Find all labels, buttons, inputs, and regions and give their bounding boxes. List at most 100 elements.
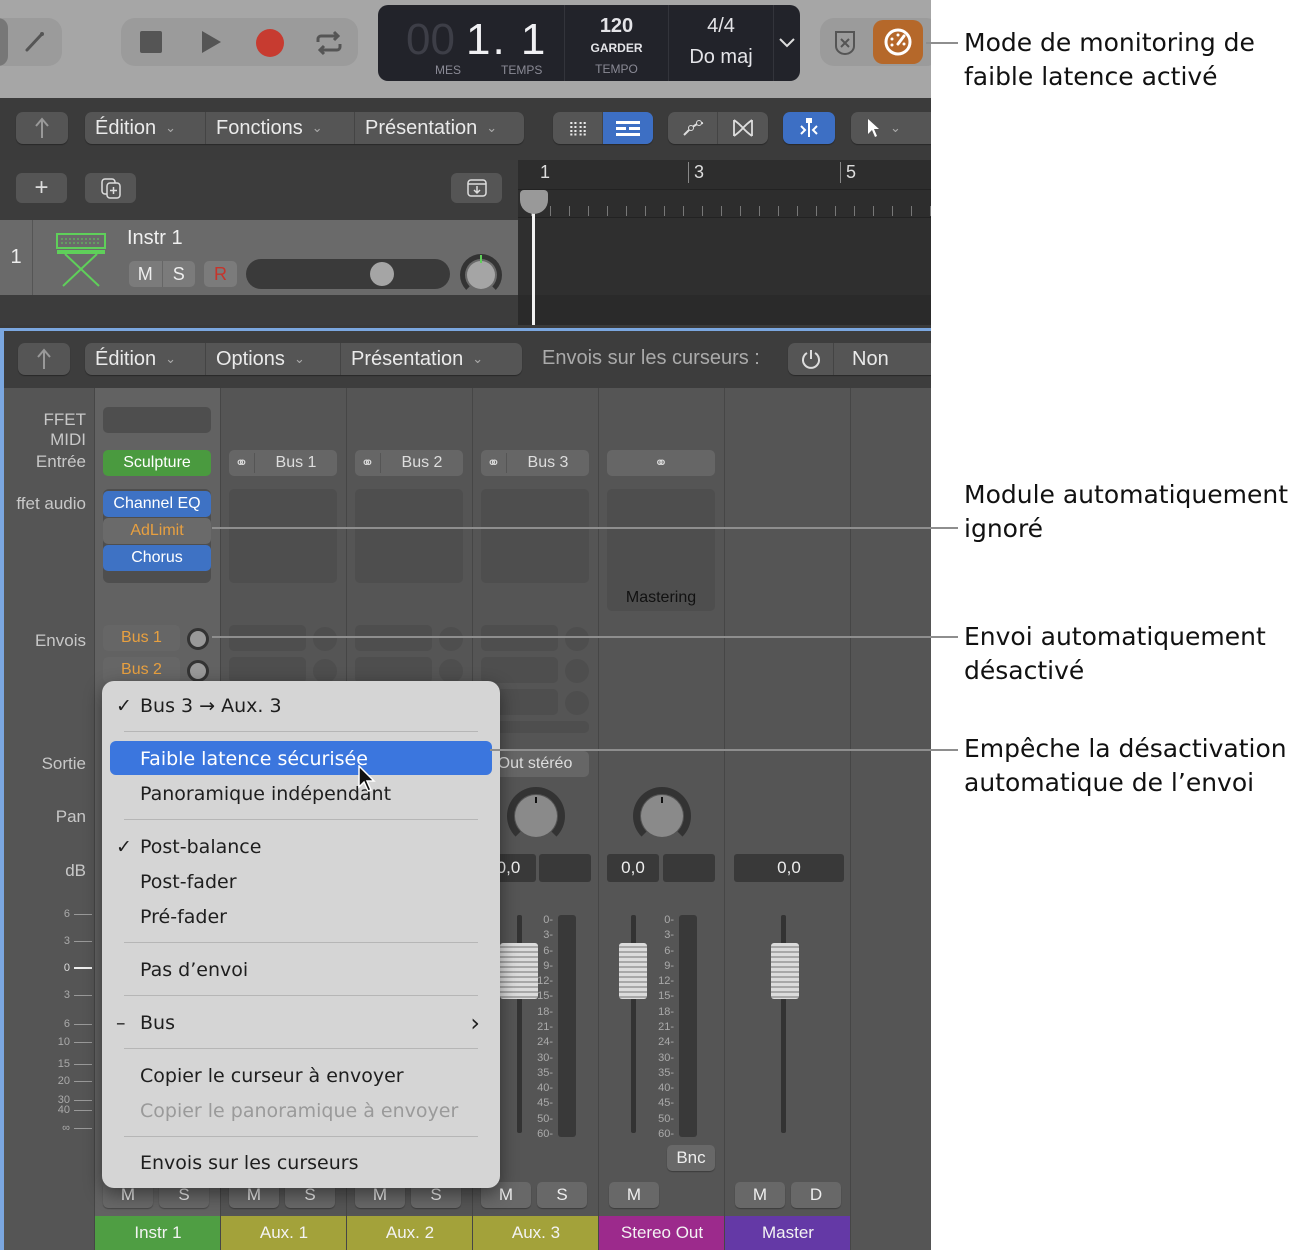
solo-button[interactable]: S (537, 1182, 587, 1208)
menu-item-independent-pan[interactable]: Panoramique indépendant (140, 779, 391, 809)
menu-item-copy-fader[interactable]: Copier le curseur à envoyer (140, 1061, 404, 1091)
send-slot[interactable] (355, 625, 432, 651)
flex-button[interactable] (718, 112, 768, 144)
download-button[interactable] (451, 173, 502, 203)
send-level-knob[interactable] (187, 628, 209, 650)
back-button[interactable] (16, 112, 68, 144)
solo-button[interactable]: S (163, 261, 196, 287)
send-level-knob[interactable] (313, 659, 337, 683)
input-slot[interactable]: ⚭ Bus 1 (229, 450, 337, 476)
menu-fonctions[interactable]: Fonctions ⌄ (206, 112, 355, 144)
pointer-tool-menu[interactable]: ⌄ (851, 112, 931, 144)
channel-name[interactable]: Aux. 3 (473, 1216, 599, 1250)
volume-slider-thumb[interactable] (370, 262, 395, 286)
plugin-slot[interactable]: Chorus (103, 545, 211, 571)
channel-name[interactable]: Aux. 2 (347, 1216, 473, 1250)
send-level-knob[interactable] (565, 691, 589, 715)
audio-fx-slots[interactable] (229, 489, 337, 583)
menu-presentation[interactable]: Présentation ⌄ (355, 112, 524, 144)
stop-icon[interactable] (139, 30, 163, 54)
mixer-back-button[interactable] (18, 343, 70, 375)
channel-name[interactable]: Aux. 1 (221, 1216, 347, 1250)
pan-knob[interactable] (507, 787, 565, 845)
mute-button[interactable]: M (609, 1182, 659, 1208)
menu-edition[interactable]: Édition ⌄ (85, 112, 206, 144)
channel-name[interactable]: Instr 1 (95, 1216, 221, 1250)
chevron-down-icon[interactable] (776, 31, 798, 55)
send-level-knob[interactable] (313, 627, 337, 651)
menu-item-post-fader[interactable]: Post-fader (140, 867, 237, 897)
ruler[interactable]: 1 3 5 (518, 160, 931, 190)
send-slot[interactable] (229, 625, 306, 651)
pan-knob[interactable] (633, 787, 691, 845)
send-slot[interactable] (481, 657, 558, 683)
mute-button[interactable]: M (129, 261, 163, 287)
cycle-icon[interactable] (313, 28, 345, 58)
send-level-knob[interactable] (439, 659, 463, 683)
mixer-menu-options[interactable]: Options ⌄ (206, 343, 341, 375)
signature-key-display[interactable]: 4/4 Do maj (669, 5, 774, 81)
left-tool-button[interactable] (0, 18, 8, 66)
mixer-menu-presentation[interactable]: Présentation ⌄ (341, 343, 522, 375)
send-slot[interactable] (229, 657, 306, 683)
channel-name[interactable]: Stereo Out (599, 1216, 725, 1250)
input-slot[interactable]: ⚭ Bus 2 (355, 450, 463, 476)
send-slot-disabled[interactable]: Bus 1 (103, 625, 180, 651)
plugin-slot-bypassed[interactable]: AdLimit (103, 518, 211, 544)
peak-value[interactable] (539, 854, 591, 882)
timeline[interactable]: 1 3 5 (518, 160, 931, 325)
menu-item-bus3-aux3[interactable]: ✓ Bus 3 → Aux. 3 (116, 691, 282, 721)
volume-fader[interactable] (771, 943, 799, 999)
mute-button[interactable]: M (735, 1182, 785, 1208)
volume-slider[interactable] (246, 259, 450, 289)
input-slot[interactable]: ⚭ Bus 3 (481, 450, 589, 476)
automation-button[interactable] (668, 112, 718, 144)
menu-item-low-latency-safe[interactable]: Faible latence sécurisée (140, 744, 368, 774)
pan-knob[interactable] (460, 254, 502, 296)
record-icon[interactable] (255, 28, 285, 58)
bounce-button[interactable]: Bnc (667, 1145, 715, 1171)
low-latency-button[interactable] (873, 20, 923, 64)
input-slot[interactable]: ⚭ (607, 450, 715, 476)
catch-playhead-button[interactable] (783, 112, 835, 144)
midi-fx-slot[interactable] (103, 407, 211, 433)
plugin-slot[interactable]: Channel EQ (103, 491, 211, 517)
send-level-knob[interactable] (565, 627, 589, 651)
mastering-slot[interactable]: Mastering (607, 489, 715, 611)
menu-item-sends-on-faders[interactable]: Envois sur les curseurs (140, 1148, 358, 1178)
track-row[interactable]: 1 Instr 1 M S R (0, 220, 518, 296)
duplicate-track-button[interactable] (85, 173, 136, 203)
menu-item-bus[interactable]: – Bus › (116, 1008, 480, 1038)
send-slot[interactable] (481, 625, 558, 651)
send-level-knob[interactable] (439, 627, 463, 651)
record-enable-button[interactable]: R (204, 261, 237, 287)
send-level-knob[interactable] (565, 659, 589, 683)
sends-on-faders-select[interactable]: Non (834, 343, 899, 375)
volume-value[interactable]: 0,0 (734, 854, 844, 882)
send-level-knob[interactable] (187, 660, 209, 682)
grid-view-button[interactable]: ⣿⣿ (553, 112, 603, 144)
play-icon[interactable] (199, 30, 223, 54)
peak-value[interactable] (663, 854, 715, 882)
add-track-button[interactable]: + (16, 173, 67, 203)
volume-fader[interactable] (619, 943, 647, 999)
channel-name[interactable]: Master (725, 1216, 851, 1250)
mixer-menu-edition[interactable]: Édition ⌄ (85, 343, 206, 375)
send-slot[interactable] (355, 657, 432, 683)
audio-fx-slots[interactable] (355, 489, 463, 583)
lcd-display[interactable]: 00 1. 1 MES TEMPS 120 GARDER TEMPO 4/4 D… (378, 5, 800, 81)
tempo-display[interactable]: 120 GARDER TEMPO (565, 5, 669, 81)
volume-value[interactable]: 0,0 (607, 854, 659, 882)
menu-item-post-pan[interactable]: ✓ Post-balance (116, 832, 261, 862)
send-slot-disabled[interactable]: Bus 2 (103, 657, 180, 683)
shield-x-icon[interactable] (832, 30, 858, 56)
sends-on-faders-power-button[interactable] (788, 343, 834, 375)
input-slot[interactable]: Sculpture (103, 450, 211, 476)
pencil-icon[interactable] (20, 28, 50, 56)
menu-item-pre-fader[interactable]: Pré-fader (140, 902, 227, 932)
menu-item-no-send[interactable]: Pas d’envoi (140, 955, 248, 985)
list-view-button[interactable] (603, 112, 653, 144)
position-display[interactable]: 00 1. 1 MES TEMPS (378, 5, 565, 81)
dim-button[interactable]: D (791, 1182, 841, 1208)
audio-fx-slots[interactable] (481, 489, 589, 583)
